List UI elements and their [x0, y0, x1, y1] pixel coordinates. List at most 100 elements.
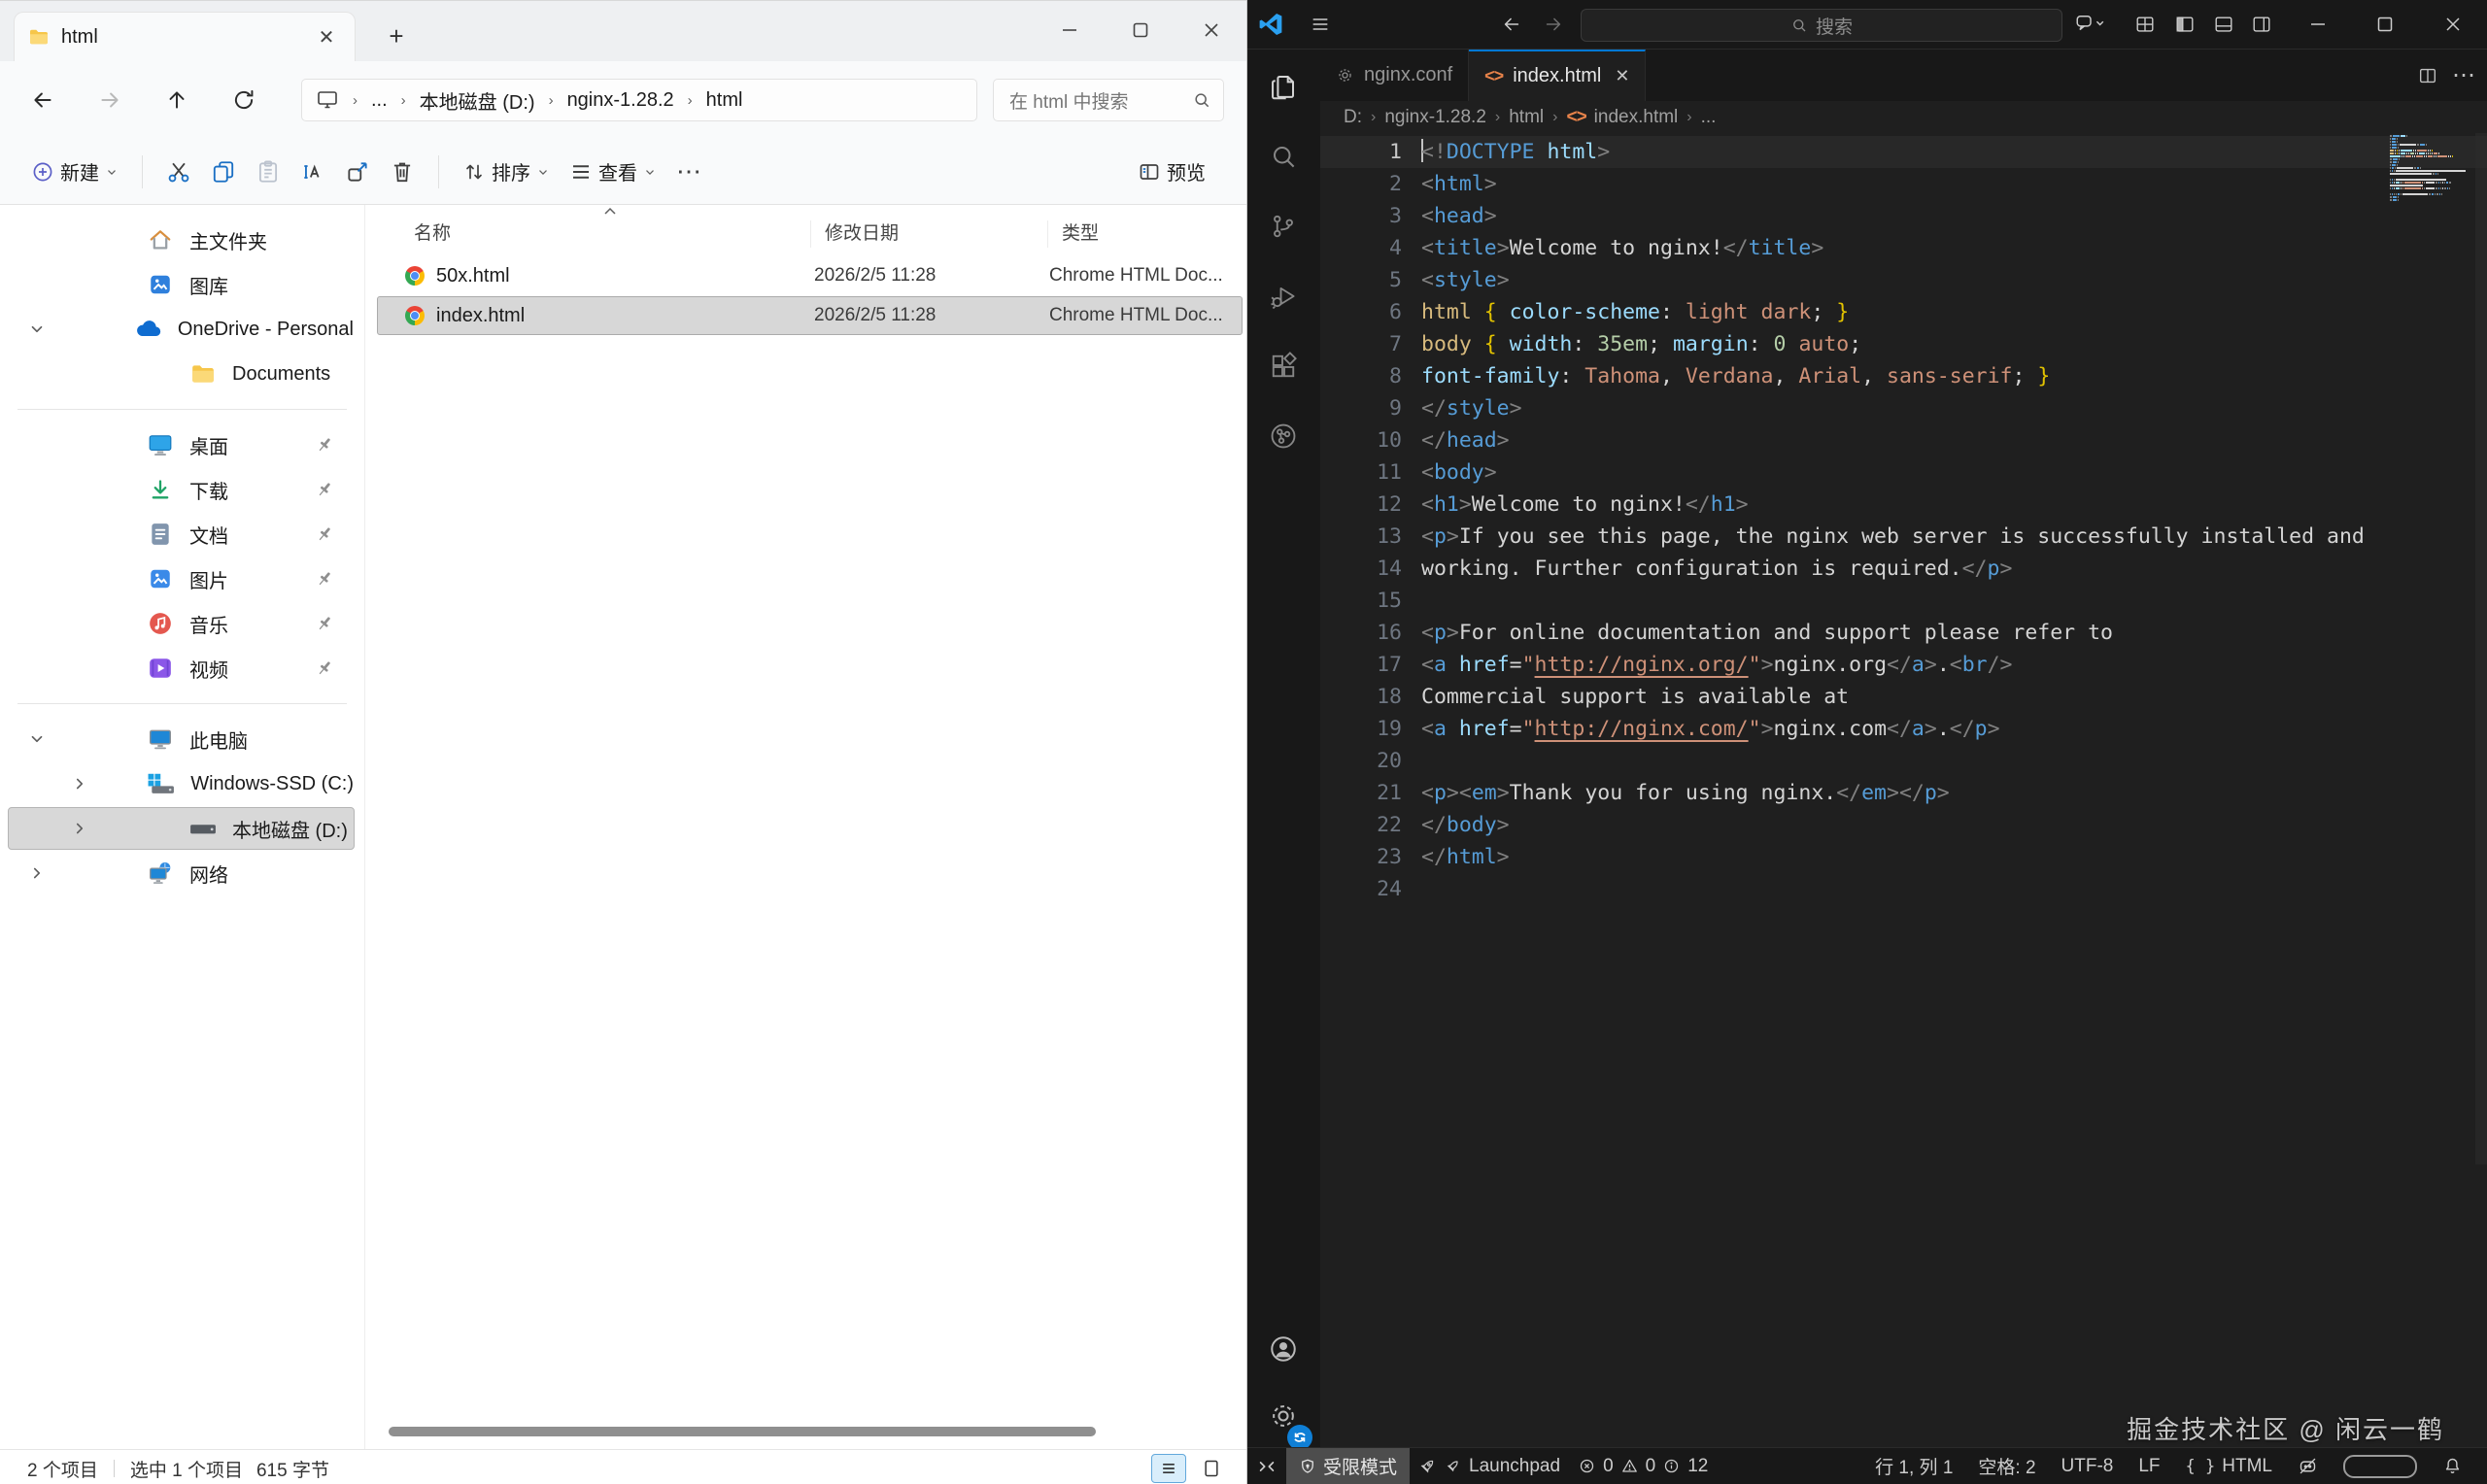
file-row-50x.html[interactable]: 50x.html2026/2/5 11:28Chrome HTML Doc... — [377, 256, 1243, 295]
sidebar-item-onedrive[interactable]: OneDrive - Personal — [8, 308, 355, 351]
sidebar-item-d-drive[interactable]: 本地磁盘 (D:) — [8, 807, 355, 850]
code-line-12[interactable]: 12<h1>Welcome to nginx!</h1> — [1320, 489, 2487, 521]
address-ellipsis[interactable]: ... — [371, 89, 388, 112]
forward-button[interactable] — [92, 83, 127, 118]
sidebar-item-network[interactable]: 网络 — [8, 852, 355, 894]
code-line-18[interactable]: 18Commercial support is available at — [1320, 681, 2487, 713]
run-debug-icon[interactable] — [1260, 273, 1307, 320]
tab-nginx-conf[interactable]: nginx.conf — [1320, 50, 1469, 101]
view-button[interactable]: 查看 — [560, 150, 666, 194]
notifications-bell-icon[interactable] — [2432, 1448, 2473, 1484]
toggle-sidebar-icon[interactable] — [2169, 9, 2200, 40]
code-line-19[interactable]: 19<a href="http://nginx.com/">nginx.com<… — [1320, 713, 2487, 745]
restricted-mode-badge[interactable]: 受限模式 — [1286, 1448, 1410, 1484]
sort-button[interactable]: 排序 — [453, 150, 560, 194]
horizontal-scrollbar[interactable] — [389, 1427, 1096, 1436]
new-button[interactable]: 新建 — [21, 150, 128, 194]
remote-indicator[interactable] — [1247, 1448, 1286, 1484]
details-view-button[interactable] — [1151, 1454, 1186, 1483]
back-button[interactable] — [25, 83, 60, 118]
menu-icon[interactable] — [1305, 9, 1336, 40]
chevron-down-icon[interactable] — [28, 730, 90, 748]
search-icon[interactable] — [1260, 133, 1307, 180]
new-tab-button[interactable]: + — [379, 18, 414, 53]
sidebar-item-videos[interactable]: 视频 — [8, 647, 355, 690]
sidebar-item-c-drive[interactable]: Windows-SSD (C:) — [8, 762, 355, 805]
toggle-secondary-sidebar-icon[interactable] — [2246, 9, 2277, 40]
launchpad-status[interactable]: Launchpad — [1410, 1448, 1569, 1484]
split-editor-icon[interactable] — [2417, 65, 2438, 86]
code-line-4[interactable]: 4<title>Welcome to nginx!</title> — [1320, 232, 2487, 264]
code-line-13[interactable]: 13<p>If you see this page, the nginx web… — [1320, 521, 2487, 553]
sidebar-item-documents[interactable]: Documents — [8, 353, 355, 395]
address-crumb-drive[interactable]: 本地磁盘 (D:) — [420, 86, 535, 115]
eol-status[interactable]: LF — [2128, 1448, 2170, 1484]
editor-scrollbar[interactable] — [2475, 133, 2487, 1164]
address-bar[interactable]: › ... › 本地磁盘 (D:) › nginx-1.28.2 › html — [301, 79, 977, 121]
column-header-date[interactable]: 修改日期 — [811, 220, 1048, 248]
code-line-14[interactable]: 14working. Further configuration is requ… — [1320, 553, 2487, 585]
preview-toggle-button[interactable]: 预览 — [1128, 150, 1221, 194]
explorer-icon[interactable] — [1260, 63, 1307, 110]
explorer-tab[interactable]: html ✕ — [14, 12, 356, 61]
code-line-21[interactable]: 21<p><em>Thank you for using nginx.</em>… — [1320, 777, 2487, 809]
encoding-status[interactable]: UTF-8 — [2051, 1448, 2125, 1484]
editor-more-actions-icon[interactable]: ⋯ — [2452, 61, 2475, 89]
copilot-chat-icon[interactable] — [2069, 9, 2112, 40]
vscode-minimize-button[interactable] — [2302, 9, 2334, 40]
go-back-icon[interactable] — [1496, 9, 1527, 40]
code-line-20[interactable]: 20 — [1320, 745, 2487, 777]
rename-button[interactable] — [290, 150, 335, 194]
command-center-search[interactable]: 搜索 — [1581, 9, 2062, 42]
chevron-right-icon[interactable] — [28, 864, 90, 882]
explorer-minimize-button[interactable] — [1034, 1, 1105, 59]
toggle-panel-icon[interactable] — [2208, 9, 2239, 40]
tab-close-icon[interactable]: ✕ — [1615, 66, 1629, 86]
copilot-disabled-icon[interactable] — [2287, 1448, 2329, 1484]
indentation-status[interactable]: 空格: 2 — [1967, 1448, 2046, 1484]
sidebar-item-thispc[interactable]: 此电脑 — [8, 718, 355, 760]
sidebar-item-docs[interactable]: 文档 — [8, 513, 355, 556]
layout-grid-icon[interactable] — [2129, 9, 2161, 40]
up-button[interactable] — [159, 83, 194, 118]
code-line-6[interactable]: 6html { color-scheme: light dark; } — [1320, 296, 2487, 328]
go-forward-icon[interactable] — [1538, 9, 1569, 40]
chevron-right-icon[interactable] — [71, 820, 133, 837]
breadcrumb-item[interactable]: index.html — [1594, 107, 1679, 128]
language-mode[interactable]: { } HTML — [2175, 1448, 2283, 1484]
vscode-close-button[interactable] — [2437, 9, 2469, 40]
breadcrumb-item[interactable]: nginx-1.28.2 — [1384, 107, 1486, 128]
code-line-8[interactable]: 8font-family: Tahoma, Verdana, Arial, sa… — [1320, 360, 2487, 392]
tab-close-icon[interactable]: ✕ — [312, 22, 341, 51]
problems-status[interactable]: 0 0 12 — [1569, 1448, 1717, 1484]
code-line-16[interactable]: 16<p>For online documentation and suppor… — [1320, 617, 2487, 649]
code-line-7[interactable]: 7body { width: 35em; margin: 0 auto; — [1320, 328, 2487, 360]
extensions-icon[interactable] — [1260, 343, 1307, 389]
code-line-3[interactable]: 3<head> — [1320, 200, 2487, 232]
source-control-icon[interactable] — [1260, 203, 1307, 250]
file-row-index.html[interactable]: index.html2026/2/5 11:28Chrome HTML Doc.… — [377, 296, 1243, 335]
column-header-type[interactable]: 类型 — [1048, 220, 1246, 248]
code-line-23[interactable]: 23</html> — [1320, 841, 2487, 873]
code-line-24[interactable]: 24 — [1320, 873, 2487, 905]
tab-index-html[interactable]: <> index.html ✕ — [1469, 50, 1646, 101]
remote-circle-icon[interactable] — [1260, 413, 1307, 459]
code-line-15[interactable]: 15 — [1320, 585, 2487, 617]
status-pill[interactable] — [2333, 1448, 2428, 1484]
sidebar-item-gallery[interactable]: 图库 — [8, 263, 355, 306]
code-editor[interactable]: 1<!DOCTYPE html>2<html>3<head>4<title>We… — [1320, 134, 2487, 905]
code-line-1[interactable]: 1<!DOCTYPE html> — [1320, 136, 2487, 168]
column-header-name[interactable]: 名称 — [365, 220, 811, 248]
breadcrumb-item[interactable]: D: — [1344, 107, 1362, 128]
chevron-down-icon[interactable] — [28, 320, 79, 338]
breadcrumb-item[interactable]: ... — [1701, 107, 1717, 128]
chevron-right-icon[interactable] — [71, 775, 91, 793]
code-line-10[interactable]: 10</head> — [1320, 424, 2487, 456]
vscode-maximize-button[interactable] — [2369, 9, 2401, 40]
paste-button[interactable] — [246, 150, 290, 194]
explorer-search-box[interactable]: 在 html 中搜索 — [993, 79, 1224, 121]
address-crumb-nginx[interactable]: nginx-1.28.2 — [567, 89, 674, 112]
sidebar-item-music[interactable]: 音乐 — [8, 602, 355, 645]
copy-button[interactable] — [201, 150, 246, 194]
address-crumb-html[interactable]: html — [706, 89, 743, 112]
